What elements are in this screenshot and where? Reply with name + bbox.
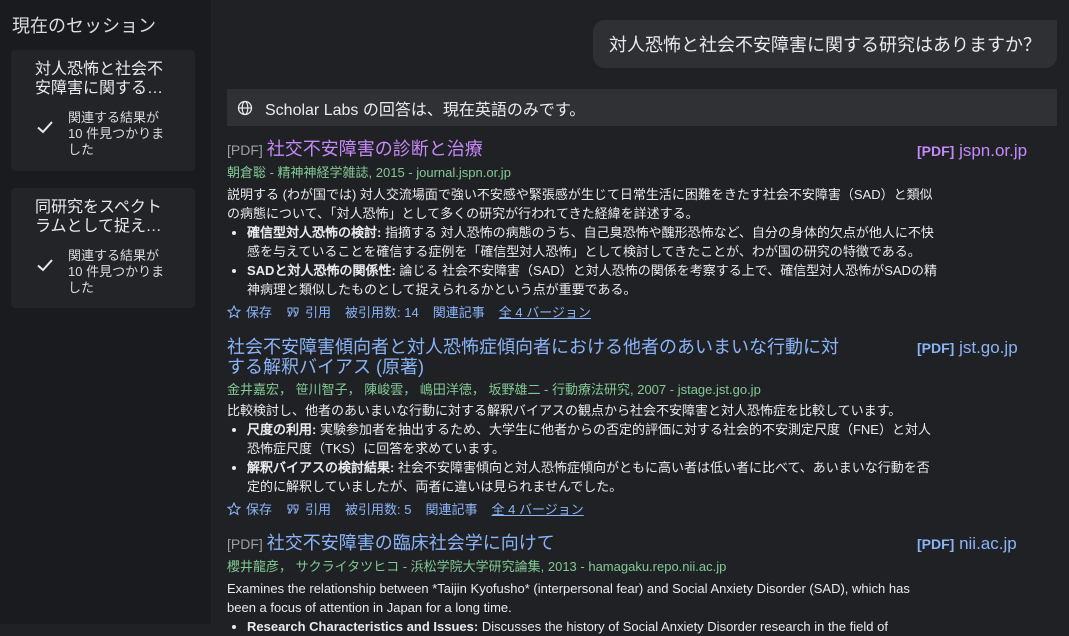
session-status: 関連する結果が10 件見つかりました — [68, 110, 165, 157]
result-title[interactable]: 社交不安障害の診断と治療 — [267, 139, 483, 159]
pdf-tag: [PDF] — [917, 143, 955, 159]
session-title[interactable]: 対人恐怖と社会不安障害に関する研究はありますか？ — [35, 60, 171, 98]
result-meta: 櫻井龍彦， サクライタツヒコ - 浜松学院大学研究論集, 2013 - hama… — [227, 559, 727, 574]
main-panel: 対人恐怖と社会不安障害に関する研究はありますか？ Scholar Labs の回… — [211, 0, 1069, 634]
session-card[interactable]: 対人恐怖と社会不安障害に関する研究はありますか？ 関連する結果が10 件見つかり… — [11, 50, 195, 171]
save-label[interactable]: 保存 — [246, 302, 272, 321]
result-title-link[interactable]: 社会不安障害傾向者と対人恐怖症傾向者における他者のあいまいな行動に対する解釈バイ… — [227, 337, 847, 377]
bullet-label: 確信型対人恐怖の検討: — [247, 225, 382, 240]
list-item: 確信型対人恐怖の検討: 指摘する 対人恐怖の病態のうち、自己臭恐怖や醜形恐怖など… — [247, 223, 939, 261]
versions-link[interactable]: 全 4 バージョン — [499, 302, 591, 321]
versions-label[interactable]: 全 4 バージョン — [499, 302, 591, 321]
pdf-domain[interactable]: jspn.or.jp — [959, 141, 1027, 160]
user-query-bubble: 対人恐怖と社会不安障害に関する研究はありますか？ — [593, 20, 1057, 68]
bullet-label: SADと対人恐怖の関係性: — [247, 263, 396, 278]
list-item: Research Characteristics and Issues: Dis… — [247, 617, 939, 636]
result-bullets: 確信型対人恐怖の検討: 指摘する 対人恐怖の病態のうち、自己臭恐怖や醜形恐怖など… — [227, 223, 939, 299]
session-status: 関連する結果が10 件見つかりました — [68, 248, 165, 295]
language-notice: Scholar Labs の回答は、現在英語のみです。 — [227, 89, 1057, 126]
result-snippet: 比較検討し、他者のあいまいな行動に対する解釈バイアスの観点から社会不安障害と対人… — [227, 403, 902, 418]
result-meta: 朝倉聡 - 精神神経学雑誌, 2015 - journal.jspn.or.jp — [227, 165, 511, 180]
cite-label[interactable]: 引用 — [305, 302, 331, 321]
notice-text: Scholar Labs の回答は、現在英語のみです。 — [265, 101, 586, 119]
related-articles-link[interactable]: 関連記事 — [426, 499, 478, 518]
star-icon — [227, 501, 241, 515]
star-icon — [227, 304, 241, 318]
pdf-source-link[interactable]: [PDF] jspn.or.jp — [917, 141, 1057, 161]
search-result: [PDF] 社交不安障害の診断と治療 [PDF] jspn.or.jp 朝倉聡 -… — [227, 139, 1057, 321]
pdf-domain[interactable]: jst.go.jp — [959, 338, 1018, 357]
save-label[interactable]: 保存 — [246, 499, 272, 518]
sidebar: 現在のセッション 対人恐怖と社会不安障害に関する研究はありますか？ 関連する結果… — [0, 0, 211, 624]
result-title[interactable]: 社会不安障害傾向者と対人恐怖症傾向者における他者のあいまいな行動に対する解釈バイ… — [227, 337, 839, 377]
search-result: 社会不安障害傾向者と対人恐怖症傾向者における他者のあいまいな行動に対する解釈バイ… — [227, 337, 1057, 518]
sidebar-title: 現在のセッション — [12, 16, 156, 36]
session-title[interactable]: 同研究をスペクトラムとして捉える内容はありますか？ — [35, 198, 171, 236]
save-button[interactable]: 保存 — [227, 499, 272, 518]
pdf-tag: [PDF] — [917, 536, 955, 552]
bullet-label: 尺度の利用: — [247, 422, 317, 437]
session-card[interactable]: 同研究をスペクトラムとして捉える内容はありますか？ 関連する結果が10 件見つか… — [11, 188, 195, 308]
list-item: 解釈バイアスの検討結果: 社会不安障害傾向と対人恐怖症傾向がともに高い者は低い者… — [247, 458, 939, 496]
versions-label[interactable]: 全 4 バージョン — [492, 499, 584, 518]
search-result: [PDF] 社交不安障害の臨床社会学に向けて [PDF] nii.ac.jp 櫻井… — [227, 533, 1057, 636]
versions-link[interactable]: 全 4 バージョン — [492, 499, 584, 518]
cite-button[interactable]: 引用 — [286, 499, 331, 518]
related-articles-link[interactable]: 関連記事 — [433, 302, 485, 321]
pdf-tag: [PDF] — [917, 340, 955, 356]
bullet-text: Discusses the history of Social Anxiety … — [481, 619, 888, 634]
save-button[interactable]: 保存 — [227, 302, 272, 321]
result-actions: 保存 引用 被引用数: 14 関連記事 全 4 バージョン — [227, 302, 1057, 321]
result-actions: 保存 引用 被引用数: 5 関連記事 全 4 バージョン — [227, 499, 1057, 518]
bullet-label: 解釈バイアスの検討結果: — [247, 460, 395, 475]
result-snippet: Examines the relationship between *Taiji… — [227, 581, 910, 615]
cite-button[interactable]: 引用 — [286, 302, 331, 321]
quote-icon — [287, 504, 299, 513]
pdf-domain[interactable]: nii.ac.jp — [959, 534, 1017, 553]
result-bullets: Research Characteristics and Issues: Dis… — [227, 617, 939, 636]
cite-label[interactable]: 引用 — [305, 499, 331, 518]
cited-by-link[interactable]: 被引用数: 5 — [345, 499, 411, 518]
check-icon — [37, 259, 53, 272]
cited-by-link[interactable]: 被引用数: 14 — [345, 302, 419, 321]
globe-icon — [237, 100, 253, 115]
pdf-source-link[interactable]: [PDF] jst.go.jp — [917, 338, 1057, 358]
result-title[interactable]: 社交不安障害の臨床社会学に向けて — [267, 533, 555, 553]
result-title-link[interactable]: [PDF] 社交不安障害の診断と治療 — [227, 139, 847, 160]
result-snippet: 説明する (わが国では) 対人交流場面で強い不安感や緊張感が生じて日常生活に困難… — [227, 187, 933, 221]
pdf-tag: [PDF] — [227, 536, 263, 552]
quote-icon — [287, 307, 299, 316]
bullet-label: Research Characteristics and Issues: — [247, 619, 479, 634]
list-item: 尺度の利用: 実験参加者を抽出するため、大学生に他者からの否定的評価に対する社会… — [247, 420, 939, 458]
result-bullets: 尺度の利用: 実験参加者を抽出するため、大学生に他者からの否定的評価に対する社会… — [227, 420, 939, 496]
list-item: SADと対人恐怖の関係性: 論じる 社会不安障害（SAD）と対人恐怖の関係を考察… — [247, 261, 939, 299]
result-meta: 金井嘉宏， 笹川智子， 陳峻雲， 嶋田洋徳， 坂野雄二 - 行動療法研究, 20… — [227, 382, 761, 397]
check-icon — [37, 121, 53, 134]
bullet-text: 実験参加者を抽出するため、大学生に他者からの否定的評価に対する社会的不安測定尺度… — [247, 422, 931, 456]
pdf-tag: [PDF] — [227, 142, 263, 158]
result-title-link[interactable]: [PDF] 社交不安障害の臨床社会学に向けて — [227, 533, 847, 554]
pdf-source-link[interactable]: [PDF] nii.ac.jp — [917, 534, 1057, 554]
